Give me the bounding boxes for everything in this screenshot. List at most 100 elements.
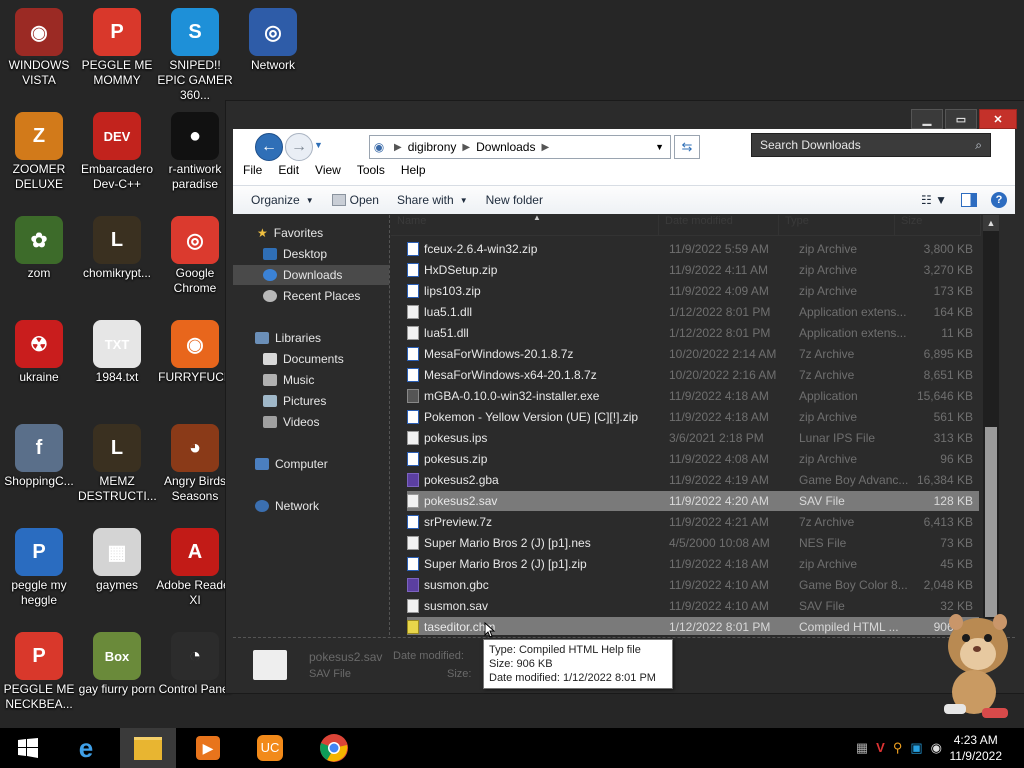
desktop-shortcut[interactable]: L MEMZ DESTRUCTI... [78, 418, 157, 504]
vertical-scrollbar[interactable]: ▲ ▼ [983, 215, 999, 635]
file-row[interactable]: pokesus2.gba 11/9/2022 4:19 AM Game Boy Ad… [407, 470, 979, 490]
desktop-shortcut[interactable]: Ppeggle my heggle [0, 522, 78, 608]
desktop-shortcut[interactable]: P PEGGLE ME MOMMY [78, 2, 156, 88]
file-row[interactable]: Pokemon - Yellow Version (UE) [C][!].zip… [407, 407, 979, 427]
column-type[interactable]: Type [779, 215, 895, 235]
view-options-icon[interactable]: ☷ ▼ [921, 193, 947, 207]
file-row[interactable]: MesaForWindows-20.1.8.7z 10/20/2022 2:14 … [407, 344, 979, 364]
menu-tools[interactable]: Tools [357, 163, 385, 183]
nav-favorites[interactable]: ★ Favorites [257, 223, 323, 243]
desktop-shortcut[interactable]: ☢ ukraine [0, 314, 78, 385]
desktop-shortcut[interactable]: A Adobe Reader XI [156, 522, 234, 608]
column-size[interactable]: Size [895, 215, 981, 235]
desktop-shortcut[interactable]: ▦ gaymes [78, 522, 156, 593]
desktop-shortcut[interactable]: ● r-antiwork paradise [156, 106, 234, 192]
file-row[interactable]: pokesus.zip 11/9/2022 4:08 AM zip Archive 9… [407, 449, 979, 469]
close-button[interactable]: ✕ [979, 109, 1017, 129]
nav-computer[interactable]: Computer [255, 454, 328, 474]
desktop-shortcut[interactable]: ◔ Control Panel [156, 626, 234, 697]
search-icon[interactable]: ⌕ [975, 138, 982, 153]
desktop-shortcut[interactable]: ◕ Angry Birds Seasons [156, 418, 234, 504]
taskbar-uc-browser[interactable]: UC [242, 728, 298, 768]
start-button[interactable] [0, 728, 56, 768]
menu-edit[interactable]: Edit [278, 163, 299, 183]
share-with-button[interactable]: Share with ▼ [397, 193, 468, 207]
refresh-button[interactable]: ⇆ [674, 135, 700, 159]
breadcrumb-separator[interactable]: ▶ [462, 142, 470, 153]
taskbar-internet-explorer[interactable]: e [58, 728, 114, 768]
back-button[interactable]: ← [255, 133, 283, 161]
forward-button[interactable]: → [285, 133, 313, 161]
file-row[interactable]: fceux-2.6.4-win32.zip 11/9/2022 5:59 AM zi… [407, 239, 979, 259]
file-row[interactable]: Super Mario Bros 2 (J) [p1].zip 11/9/2022… [407, 554, 979, 574]
menu-help[interactable]: Help [401, 163, 426, 183]
file-row[interactable]: mGBA-0.10.0-win32-installer.exe 11/9/2022… [407, 386, 979, 406]
tray-app-icon[interactable]: ▦ [856, 740, 868, 756]
history-dropdown[interactable]: ▼ [314, 140, 323, 150]
nav-desktop[interactable]: Desktop [263, 244, 327, 264]
column-date-modified[interactable]: Date modified [659, 215, 779, 235]
nav-pictures[interactable]: Pictures [263, 391, 326, 411]
file-row[interactable]: pokesus2.sav 11/9/2022 4:20 AM SAV File 128… [407, 491, 979, 511]
desktop-shortcut[interactable]: Z ZOOMER DELUXE [0, 106, 78, 192]
menu-file[interactable]: File [243, 163, 262, 183]
nav-recent-places[interactable]: Recent Places [263, 286, 360, 306]
scroll-up-arrow[interactable]: ▲ [983, 215, 999, 231]
column-name[interactable]: Name [391, 215, 659, 235]
organize-button[interactable]: Organize ▼ [251, 193, 314, 207]
maximize-button[interactable]: ▭ [945, 109, 977, 129]
nav-videos[interactable]: Videos [263, 412, 319, 432]
taskbar-file-explorer[interactable] [120, 728, 176, 768]
nav-music[interactable]: Music [263, 370, 314, 390]
desktop-shortcut[interactable]: Box gay fiurry porn [78, 626, 156, 697]
file-row[interactable]: srPreview.7z 11/9/2022 4:21 AM 7z Archive 6… [407, 512, 979, 532]
tray-display-icon[interactable]: ▣ [910, 740, 922, 756]
file-row[interactable]: lips103.zip 11/9/2022 4:09 AM zip Archive 1… [407, 281, 979, 301]
file-row[interactable]: susmon.sav 11/9/2022 4:10 AM SAV File 32 KB [407, 596, 979, 616]
desktop-shortcut[interactable]: ✿ zom [0, 210, 78, 281]
file-row[interactable]: Super Mario Bros 2 (J) [p1].nes 4/5/2000 … [407, 533, 979, 553]
open-button[interactable]: Open [331, 193, 379, 207]
menu-view[interactable]: View [315, 163, 341, 183]
desktop-shortcut[interactable]: S SNIPED!! EPIC GAMER 360... [156, 2, 234, 103]
desktop-shortcut[interactable]: f ShoppingC... [0, 418, 78, 489]
desktop-shortcut[interactable]: DEV Embarcadero Dev-C++ [78, 106, 156, 192]
nav-documents[interactable]: Documents [263, 349, 344, 369]
breadcrumb-downloads[interactable]: Downloads [476, 140, 535, 154]
dll-file-icon [407, 536, 419, 550]
taskbar-chrome[interactable] [306, 728, 362, 768]
breadcrumb-separator[interactable]: ▶ [541, 142, 549, 153]
help-icon[interactable]: ? [991, 192, 1007, 208]
file-row[interactable]: HxDSetup.zip 11/9/2022 4:11 AM zip Archive… [407, 260, 979, 280]
desktop-shortcut[interactable]: ◉ WINDOWS VISTA [0, 2, 78, 88]
nav-network[interactable]: Network [255, 496, 319, 516]
scroll-thumb[interactable] [985, 427, 997, 617]
address-dropdown-icon[interactable]: ▼ [655, 142, 664, 152]
nav-downloads[interactable]: Downloads [233, 265, 389, 285]
desktop-shortcut[interactable]: ◎ Network [234, 2, 312, 73]
file-row[interactable]: susmon.gbc 11/9/2022 4:10 AM Game Boy Colo… [407, 575, 979, 595]
file-row[interactable]: lua51.dll 1/12/2022 8:01 PM Application ex… [407, 323, 979, 343]
breadcrumb-separator[interactable]: ▶ [394, 142, 402, 153]
desktop-shortcut[interactable]: P PEGGLE ME NECKBEA... [0, 626, 78, 712]
search-input[interactable]: Search Downloads ⌕ [751, 133, 991, 157]
address-bar[interactable]: ◉ ▶ digibrony ▶ Downloads ▶ ▼ [369, 135, 671, 159]
preview-pane-icon[interactable] [961, 193, 977, 207]
tray-antivirus-icon[interactable]: V [876, 740, 885, 756]
new-folder-button[interactable]: New folder [486, 193, 543, 207]
desktop-shortcut[interactable]: TXT 1984.txt [78, 314, 156, 385]
desktop-shortcut[interactable]: ◉ FURRYFUCK [156, 314, 234, 385]
file-type-cell: NES File [799, 536, 847, 550]
file-row[interactable]: MesaForWindows-x64-20.1.8.7z 10/20/2022 2… [407, 365, 979, 385]
file-row[interactable]: lua5.1.dll 1/12/2022 8:01 PM Application e… [407, 302, 979, 322]
taskbar-clock[interactable]: 4:23 AM 11/9/2022 [950, 732, 1003, 764]
file-row[interactable]: pokesus.ips 3/6/2021 2:18 PM Lunar IPS Fil… [407, 428, 979, 448]
tray-search-icon[interactable]: ⚲ [893, 740, 903, 756]
breadcrumb-root[interactable]: digibrony [408, 140, 457, 154]
desktop-shortcut[interactable]: ◎ Google Chrome [156, 210, 234, 296]
minimize-button[interactable]: ▁ [911, 109, 943, 129]
taskbar-media-player[interactable]: ▶ [180, 728, 236, 768]
desktop-shortcut[interactable]: Lchomikrypt... [78, 210, 156, 281]
nav-libraries[interactable]: Libraries [255, 328, 321, 348]
tray-network-icon[interactable]: ◉ [931, 740, 942, 756]
